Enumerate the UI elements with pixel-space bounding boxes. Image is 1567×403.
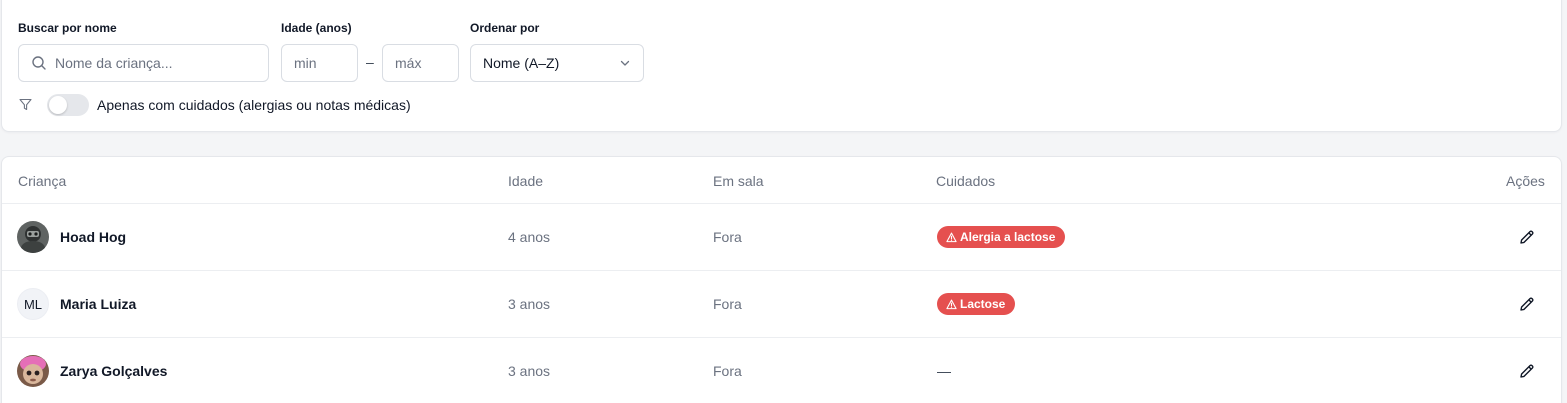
column-header-age: Idade bbox=[508, 173, 544, 189]
age-min-field[interactable] bbox=[281, 44, 358, 82]
chevron-down-icon bbox=[620, 60, 630, 66]
no-care-placeholder: — bbox=[937, 363, 951, 379]
care-badge: Alergia a lactose bbox=[937, 226, 1066, 248]
care-only-toggle[interactable] bbox=[47, 94, 89, 116]
search-input[interactable] bbox=[55, 55, 268, 71]
age-label: Idade (anos) bbox=[281, 21, 352, 35]
age-range-separator: – bbox=[366, 54, 374, 70]
age-max-field[interactable] bbox=[382, 44, 459, 82]
age-max-input[interactable] bbox=[395, 55, 458, 71]
warning-icon bbox=[946, 299, 957, 309]
child-age: 3 anos bbox=[508, 363, 551, 379]
care-badge-label: Alergia a lactose bbox=[960, 230, 1056, 244]
child-name: Zarya Golçalves bbox=[60, 363, 168, 379]
avatar: ML bbox=[17, 288, 49, 320]
column-header-in-room: Em sala bbox=[713, 173, 764, 189]
pencil-icon[interactable] bbox=[1518, 362, 1536, 380]
search-label: Buscar por nome bbox=[18, 21, 117, 35]
column-header-care: Cuidados bbox=[936, 173, 996, 189]
child-name: Maria Luiza bbox=[60, 296, 137, 312]
care-only-label: Apenas com cuidados (alergias ou notas m… bbox=[97, 97, 411, 113]
sort-label: Ordenar por bbox=[470, 21, 540, 35]
column-header-actions: Ações bbox=[1506, 173, 1545, 189]
table-row: ML Maria Luiza 3 anos Fora Lactose bbox=[2, 270, 1561, 337]
table-row: Hoad Hog 4 anos Fora Alergia a lactose bbox=[2, 203, 1561, 270]
pencil-icon[interactable] bbox=[1518, 228, 1536, 246]
column-header-child: Criança bbox=[18, 173, 67, 189]
child-room-status: Fora bbox=[713, 296, 742, 312]
filters-panel: Buscar por nome Idade (anos) – Ordenar p… bbox=[1, 0, 1562, 132]
avatar bbox=[17, 221, 49, 253]
care-badge: Lactose bbox=[937, 293, 1016, 315]
children-table: Criança Idade Em sala Cuidados Ações Hoa… bbox=[1, 156, 1562, 403]
avatar bbox=[17, 355, 49, 387]
child-room-status: Fora bbox=[713, 229, 742, 245]
warning-icon bbox=[946, 232, 957, 242]
filter-icon bbox=[19, 98, 32, 111]
child-age: 3 anos bbox=[508, 296, 551, 312]
child-name: Hoad Hog bbox=[60, 229, 127, 245]
child-room-status: Fora bbox=[713, 363, 742, 379]
search-field[interactable] bbox=[18, 44, 269, 82]
age-min-input[interactable] bbox=[294, 55, 357, 71]
care-badge-label: Lactose bbox=[960, 297, 1006, 311]
sort-select-value: Nome (A–Z) bbox=[483, 55, 560, 71]
search-icon bbox=[32, 56, 46, 70]
toggle-knob bbox=[49, 96, 67, 114]
table-row: Zarya Golçalves 3 anos Fora — bbox=[2, 337, 1561, 403]
pencil-icon[interactable] bbox=[1518, 295, 1536, 313]
child-age: 4 anos bbox=[508, 229, 551, 245]
sort-select[interactable]: Nome (A–Z) bbox=[470, 44, 644, 82]
